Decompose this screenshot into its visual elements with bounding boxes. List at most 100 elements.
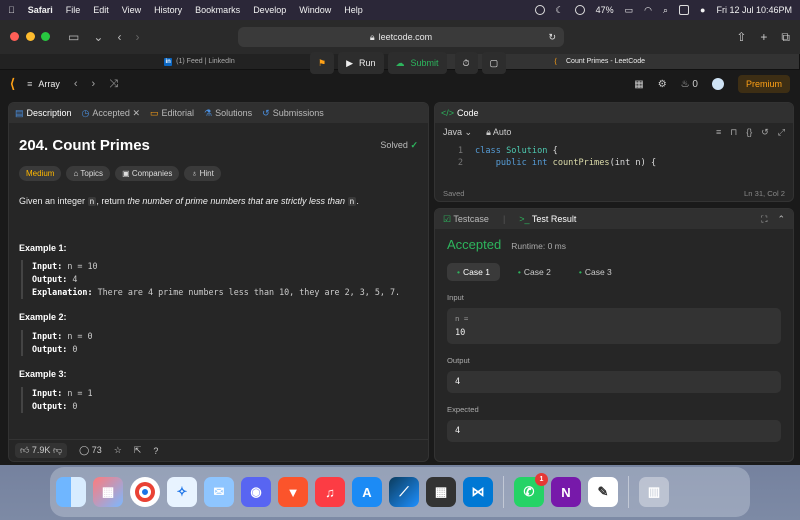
finder-icon[interactable] — [56, 477, 86, 507]
topics-chip[interactable]: ⌂ Topics — [66, 166, 111, 182]
calculator-icon[interactable]: ▦ — [426, 477, 456, 507]
tab-accepted[interactable]: ◷ Accepted ✕ — [82, 108, 140, 119]
format-icon[interactable]: ≡ — [716, 127, 721, 138]
onenote-icon[interactable]: N — [551, 477, 581, 507]
notes-icon[interactable]: ▢ — [481, 52, 507, 74]
submit-button[interactable]: ☁ Submit — [387, 52, 447, 74]
user-icon[interactable]: ● — [700, 5, 705, 15]
tab-editorial[interactable]: ▭ Editorial — [150, 108, 194, 119]
brave-icon[interactable]: ▼ — [278, 477, 308, 507]
minimize-window-button[interactable] — [25, 31, 35, 41]
tab-submissions[interactable]: ↺ Submissions — [262, 108, 324, 119]
reload-icon[interactable]: ↻ — [548, 32, 556, 43]
vscode-icon[interactable]: ⋈ — [463, 477, 493, 507]
streak-flame-icon[interactable]: ♨ 0 — [681, 79, 698, 90]
bookmark-icon[interactable]: ⊓ — [730, 127, 737, 138]
search-icon[interactable]: ⌕ — [663, 5, 668, 16]
menu-edit[interactable]: Edit — [93, 5, 109, 15]
star-icon[interactable]: ☆ — [114, 445, 122, 456]
safari-icon[interactable]: ✧ — [167, 477, 197, 507]
status-circle-icon[interactable] — [534, 5, 545, 15]
comments-button[interactable]: ◯ 73 — [79, 445, 102, 456]
trading-app-icon[interactable]: ⟋ — [389, 477, 419, 507]
code-tab[interactable]: </> Code — [441, 108, 479, 118]
sidebar-icon[interactable]: ▭ — [68, 30, 79, 44]
result-panel-header: ☑ Testcase | >_ Test Result ⛶ ⌃ — [435, 209, 793, 229]
menu-develop[interactable]: Develop — [253, 5, 286, 15]
language-select[interactable]: Java ⌄ — [443, 127, 472, 138]
menu-history[interactable]: History — [154, 5, 182, 15]
case-tab-2[interactable]: • Case 2 — [508, 263, 561, 281]
terminal-icon: >_ — [519, 214, 530, 224]
help-icon[interactable]: ? — [153, 446, 158, 456]
close-icon[interactable]: ✕ — [132, 108, 140, 118]
companies-chip[interactable]: ▣ Companies — [115, 166, 180, 182]
trash-icon[interactable]: ▥ — [639, 477, 669, 507]
launchpad-icon[interactable]: ▦ — [93, 477, 123, 507]
debug-icon[interactable]: ⚑ — [310, 52, 335, 74]
menu-file[interactable]: File — [66, 5, 81, 15]
apple-icon[interactable]:  — [8, 5, 15, 15]
tab-testcase[interactable]: ☑ Testcase — [443, 214, 489, 225]
tab-overview-icon[interactable]: ⧉ — [781, 30, 790, 45]
collapse-icon[interactable]: ⌃ — [777, 214, 785, 225]
menu-bookmarks[interactable]: Bookmarks — [195, 5, 240, 15]
tab-test-result[interactable]: >_ Test Result — [519, 214, 576, 224]
timer-icon[interactable]: ⏱ — [454, 52, 478, 74]
problem-list-link[interactable]: Array — [38, 79, 60, 89]
leetcode-logo-icon[interactable]: ⟨ — [10, 76, 15, 92]
new-tab-icon[interactable]: + — [760, 30, 767, 45]
case-tab-3[interactable]: • Case 3 — [569, 263, 622, 281]
next-problem-icon[interactable]: › — [92, 78, 96, 90]
address-bar[interactable]: 🔒︎ leetcode.com ↻ — [238, 27, 564, 47]
chrome-icon[interactable] — [130, 477, 160, 507]
wifi-icon[interactable]: ◠ — [644, 5, 652, 16]
lock-icon: 🔒︎ — [369, 31, 375, 42]
close-window-button[interactable] — [10, 31, 19, 41]
auto-mode-toggle[interactable]: 🔒︎ Auto — [486, 127, 511, 138]
list-icon[interactable]: ≡ — [27, 79, 32, 89]
run-label: Run — [359, 58, 376, 68]
menu-help[interactable]: Help — [344, 5, 363, 15]
mail-icon[interactable]: ✉ — [204, 477, 234, 507]
chevron-down-icon[interactable]: ⌄ — [93, 30, 103, 44]
app-store-icon[interactable]: A — [352, 477, 382, 507]
music-icon[interactable]: ♫ — [315, 477, 345, 507]
menu-window[interactable]: Window — [299, 5, 331, 15]
menu-view[interactable]: View — [122, 5, 141, 15]
like-button[interactable]: 👍︎ 7.9K 👎︎ — [15, 443, 68, 458]
share-icon[interactable]: ⇧ — [736, 30, 746, 45]
share-icon[interactable]: ⇱ — [134, 445, 142, 456]
settings-gear-icon[interactable]: ⚙ — [658, 79, 667, 90]
back-icon[interactable]: ‹ — [117, 30, 121, 44]
notification-badge: 1 — [535, 473, 548, 486]
code-tab-label: Code — [457, 108, 479, 118]
whatsapp-icon[interactable]: ✆ 1 — [514, 473, 548, 507]
braces-icon[interactable]: {} — [746, 127, 752, 138]
thumbs-down-icon[interactable]: 👎︎ — [53, 445, 62, 455]
avatar[interactable] — [711, 78, 724, 90]
maximize-icon[interactable]: ⛶ — [761, 214, 767, 225]
menubar-datetime[interactable]: Fri 12 Jul 10:46PM — [716, 5, 792, 15]
run-button[interactable]: ▶ Run — [338, 52, 384, 74]
premium-button[interactable]: Premium — [737, 75, 790, 93]
forward-icon[interactable]: › — [135, 30, 139, 44]
tab-solutions[interactable]: ⚗ Solutions — [204, 108, 252, 119]
menu-app-name[interactable]: Safari — [28, 5, 53, 15]
layout-grid-icon[interactable]: ▦ — [634, 79, 643, 90]
clock-icon[interactable] — [574, 5, 585, 15]
hint-chip[interactable]: ♁ Hint — [184, 166, 221, 182]
discord-icon[interactable]: ◉ — [241, 477, 271, 507]
battery-icon[interactable]: ▭ — [625, 5, 634, 16]
prev-problem-icon[interactable]: ‹ — [74, 78, 78, 90]
zoom-window-button[interactable] — [41, 31, 51, 41]
control-center-icon[interactable] — [679, 5, 690, 15]
freeform-icon[interactable]: ✎ — [588, 477, 618, 507]
expand-icon[interactable]: ⤢ — [778, 127, 785, 138]
shuffle-icon[interactable]: ⤨ — [109, 78, 118, 91]
tab-description[interactable]: ▤ Description — [15, 108, 72, 119]
code-editor[interactable]: 1 class Solution { 2 public int countPrim… — [435, 141, 793, 174]
moon-icon[interactable]: ☾ — [556, 5, 564, 16]
reset-icon[interactable]: ↺ — [761, 127, 769, 138]
case-tab-1[interactable]: • Case 1 — [447, 263, 500, 281]
